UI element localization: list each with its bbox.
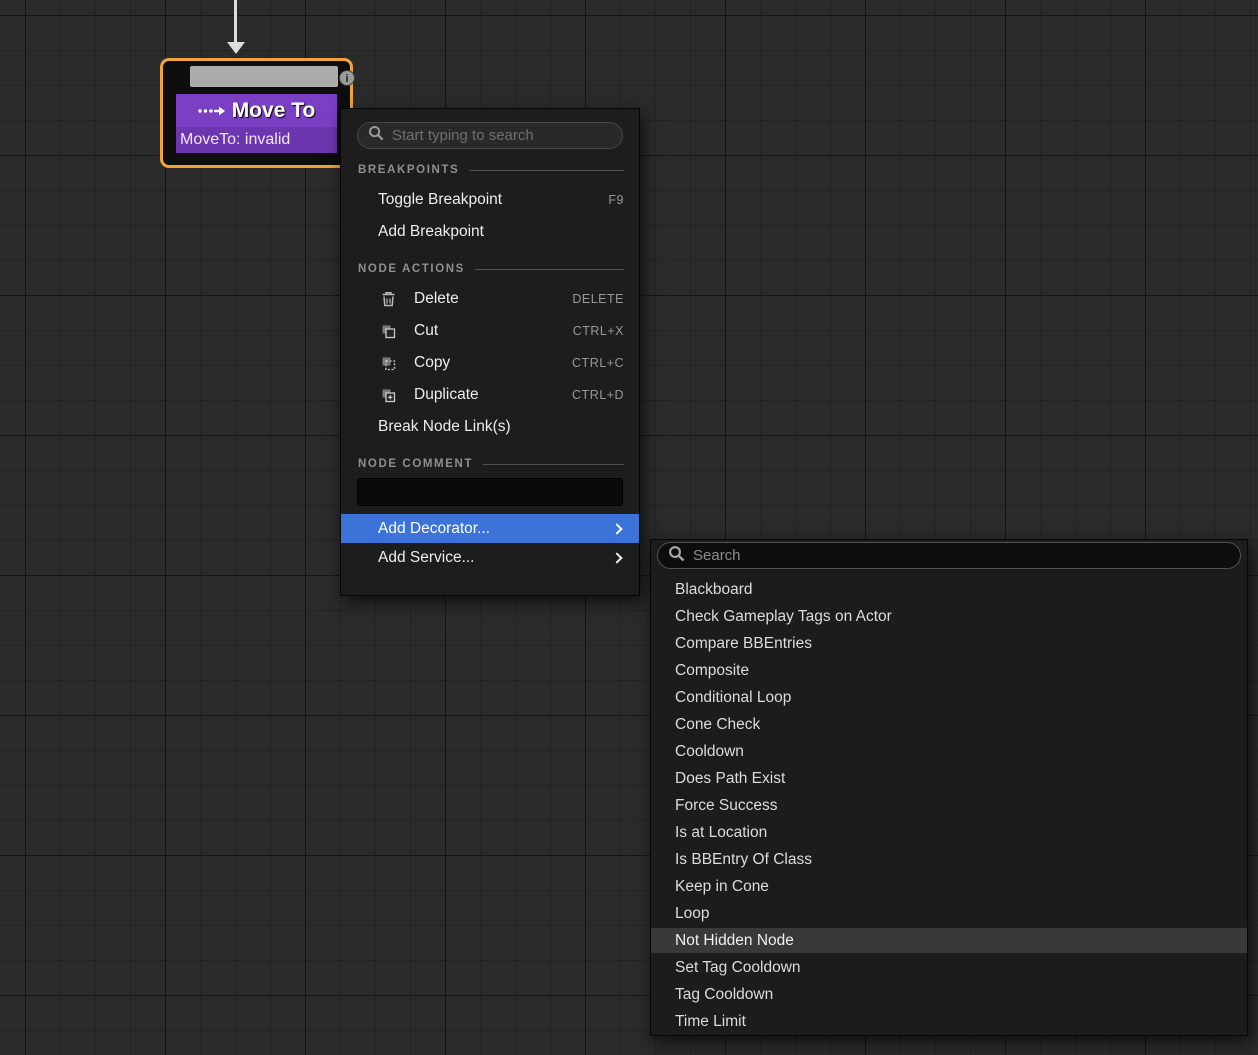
menu-item-label: Add Breakpoint <box>378 223 484 241</box>
connection-wire <box>234 0 237 42</box>
cut-icon <box>378 324 398 339</box>
menu-item-label: Duplicate <box>414 386 479 404</box>
chevron-right-icon <box>611 523 622 534</box>
submenu-item-does-path-exist[interactable]: Does Path Exist <box>651 765 1247 792</box>
submenu-item-not-hidden-node[interactable]: Not Hidden Node <box>651 927 1247 954</box>
section-divider <box>475 269 624 270</box>
add-decorator-submenu: Blackboard Check Gameplay Tags on Actor … <box>650 539 1248 1036</box>
move-to-node[interactable]: i Move To MoveTo: invalid <box>160 58 353 168</box>
section-label: BREAKPOINTS <box>358 164 459 176</box>
submenu-item-loop[interactable]: Loop <box>651 900 1247 927</box>
submenu-item-compare-bbentries[interactable]: Compare BBEntries <box>651 630 1247 657</box>
menu-search-input[interactable] <box>392 127 612 144</box>
menu-item-toggle-breakpoint[interactable]: Toggle Breakpoint F9 <box>341 184 639 216</box>
move-to-icon <box>198 106 225 116</box>
menu-item-cut[interactable]: Cut CTRL+X <box>341 315 639 347</box>
section-label: NODE COMMENT <box>358 458 473 470</box>
menu-item-add-service[interactable]: Add Service... <box>341 543 639 572</box>
section-header-node-actions: NODE ACTIONS <box>358 263 624 275</box>
submenu-item-blackboard[interactable]: Blackboard <box>651 576 1247 603</box>
node-subtitle: MoveTo: invalid <box>176 127 337 153</box>
duplicate-icon <box>378 388 398 403</box>
submenu-search-box[interactable] <box>657 542 1241 569</box>
menu-item-shortcut: CTRL+X <box>573 324 624 338</box>
menu-item-label: Break Node Link(s) <box>378 418 511 436</box>
node-body: Move To MoveTo: invalid <box>176 94 337 153</box>
submenu-item-force-success[interactable]: Force Success <box>651 792 1247 819</box>
menu-item-break-node-links[interactable]: Break Node Link(s) <box>341 411 639 443</box>
search-icon <box>668 545 685 567</box>
menu-item-duplicate[interactable]: Duplicate CTRL+D <box>341 379 639 411</box>
node-context-menu: BREAKPOINTS Toggle Breakpoint F9 Add Bre… <box>340 108 640 596</box>
node-info-badge: i <box>339 70 355 86</box>
submenu-item-conditional-loop[interactable]: Conditional Loop <box>651 684 1247 711</box>
menu-item-shortcut: CTRL+D <box>572 388 624 402</box>
section-divider <box>483 464 624 465</box>
submenu-item-composite[interactable]: Composite <box>651 657 1247 684</box>
menu-item-add-breakpoint[interactable]: Add Breakpoint <box>341 216 639 248</box>
node-name-bar <box>190 66 338 87</box>
submenu-item-is-at-location[interactable]: Is at Location <box>651 819 1247 846</box>
submenu-item-set-tag-cooldown[interactable]: Set Tag Cooldown <box>651 954 1247 981</box>
node-title: Move To <box>232 99 316 123</box>
copy-icon <box>378 356 398 371</box>
menu-item-shortcut: DELETE <box>572 292 624 306</box>
trash-icon <box>378 291 398 307</box>
decorator-list: Blackboard Check Gameplay Tags on Actor … <box>651 576 1247 1035</box>
menu-item-label: Copy <box>414 354 450 372</box>
menu-item-label: Add Decorator... <box>378 520 490 538</box>
submenu-item-cooldown[interactable]: Cooldown <box>651 738 1247 765</box>
chevron-right-icon <box>611 552 622 563</box>
menu-item-shortcut: CTRL+C <box>572 356 624 370</box>
submenu-item-tag-cooldown[interactable]: Tag Cooldown <box>651 981 1247 1008</box>
menu-item-label: Toggle Breakpoint <box>378 191 502 209</box>
node-header: Move To <box>176 94 337 127</box>
submenu-search-input[interactable] <box>693 547 1230 564</box>
menu-item-shortcut: F9 <box>608 193 624 207</box>
behavior-tree-graph[interactable]: i Move To MoveTo: invalid BREAKPOINTS To… <box>0 0 1258 1055</box>
submenu-item-cone-check[interactable]: Cone Check <box>651 711 1247 738</box>
menu-item-delete[interactable]: Delete DELETE <box>341 283 639 315</box>
connection-arrow-icon <box>227 42 245 54</box>
submenu-item-is-bbentry-of-class[interactable]: Is BBEntry Of Class <box>651 846 1247 873</box>
menu-item-label: Add Service... <box>378 549 475 567</box>
search-icon <box>368 125 384 146</box>
menu-item-copy[interactable]: Copy CTRL+C <box>341 347 639 379</box>
menu-item-label: Cut <box>414 322 438 340</box>
section-label: NODE ACTIONS <box>358 263 465 275</box>
submenu-item-check-gameplay-tags-on-actor[interactable]: Check Gameplay Tags on Actor <box>651 603 1247 630</box>
section-header-breakpoints: BREAKPOINTS <box>358 164 624 176</box>
submenu-item-keep-in-cone[interactable]: Keep in Cone <box>651 873 1247 900</box>
section-divider <box>469 170 624 171</box>
submenu-item-time-limit[interactable]: Time Limit <box>651 1008 1247 1035</box>
section-header-node-comment: NODE COMMENT <box>358 458 624 470</box>
menu-search-box[interactable] <box>357 122 623 149</box>
node-comment-input[interactable] <box>357 478 623 506</box>
menu-item-label: Delete <box>414 290 459 308</box>
menu-item-add-decorator[interactable]: Add Decorator... <box>341 514 639 543</box>
